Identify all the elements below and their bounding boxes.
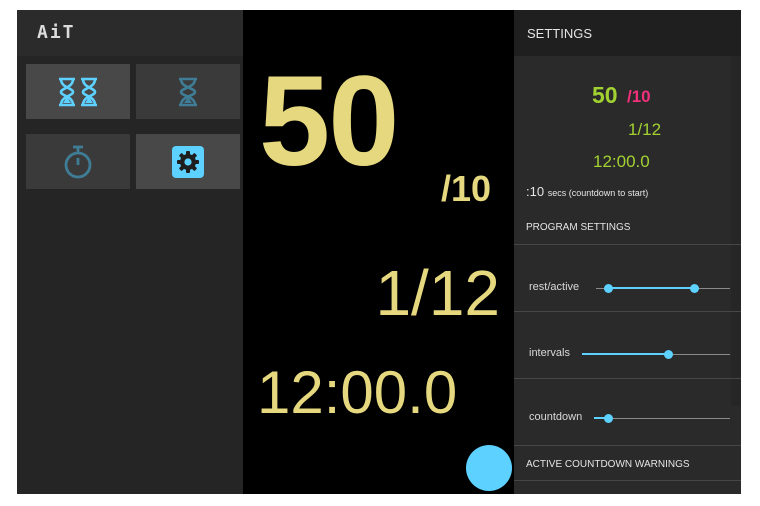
divider bbox=[514, 378, 741, 379]
hourglass-icon bbox=[179, 77, 197, 106]
intervals-slider[interactable] bbox=[582, 350, 730, 359]
app-title: AiT bbox=[37, 22, 76, 43]
tile-double-timer[interactable] bbox=[26, 64, 130, 119]
slider-fill bbox=[582, 353, 668, 355]
interval-counter: 1/12 bbox=[375, 257, 500, 329]
summary-score: 50 bbox=[592, 82, 618, 108]
timer-display: 50 /10 1/12 12:00.0 bbox=[243, 10, 514, 494]
slider-label-intervals: intervals bbox=[529, 347, 570, 359]
settings-header: SETTINGS bbox=[514, 10, 741, 56]
summary-interval: 1/12 bbox=[628, 120, 662, 139]
left-panel: AiT bbox=[17, 10, 243, 494]
slider-thumb[interactable] bbox=[663, 350, 673, 359]
app-window: AiT 50 /10 1/12 12:00.0 SETTINGS 50 /10 … bbox=[17, 10, 741, 494]
settings-scrollbar[interactable] bbox=[731, 56, 741, 406]
rest-active-slider[interactable] bbox=[596, 284, 730, 293]
slider-fill bbox=[608, 287, 694, 289]
stopwatch-icon bbox=[64, 145, 92, 178]
time-remaining: 12:00.0 bbox=[257, 359, 458, 426]
start-button[interactable] bbox=[466, 445, 512, 491]
divider bbox=[514, 480, 741, 481]
program-settings-header: PROGRAM SETTINGS bbox=[526, 222, 631, 233]
slider-thumb-end[interactable] bbox=[689, 284, 699, 293]
countdown-note: secs (countdown to start) bbox=[547, 188, 649, 198]
settings-title: SETTINGS bbox=[527, 26, 593, 41]
countdown-value: :10 bbox=[526, 184, 545, 199]
slider-label-rest-active: rest/active bbox=[529, 281, 580, 293]
tile-settings[interactable] bbox=[136, 134, 240, 189]
summary-score-denominator: /10 bbox=[627, 87, 651, 106]
divider bbox=[514, 244, 741, 245]
countdown-warnings-header: ACTIVE COUNTDOWN WARNINGS bbox=[526, 459, 690, 470]
double-hourglass-icon bbox=[59, 77, 97, 106]
slider-thumb[interactable] bbox=[603, 414, 613, 423]
summary-countdown: :10 secs (countdown to start) bbox=[526, 184, 648, 199]
score-value: 50 bbox=[259, 50, 399, 193]
title-bar: AiT bbox=[17, 10, 243, 56]
score-denominator: /10 bbox=[441, 168, 492, 209]
summary-time: 12:00.0 bbox=[593, 152, 650, 171]
slider-thumb-start[interactable] bbox=[604, 284, 614, 293]
divider bbox=[514, 445, 741, 446]
settings-panel: SETTINGS 50 /10 1/12 12:00.0 :10 secs (c… bbox=[514, 10, 741, 494]
slider-label-countdown: countdown bbox=[529, 411, 583, 423]
tile-single-timer[interactable] bbox=[136, 64, 240, 119]
tile-stopwatch[interactable] bbox=[26, 134, 130, 189]
divider bbox=[514, 311, 741, 312]
gear-icon bbox=[172, 145, 204, 178]
countdown-slider[interactable] bbox=[594, 414, 730, 423]
